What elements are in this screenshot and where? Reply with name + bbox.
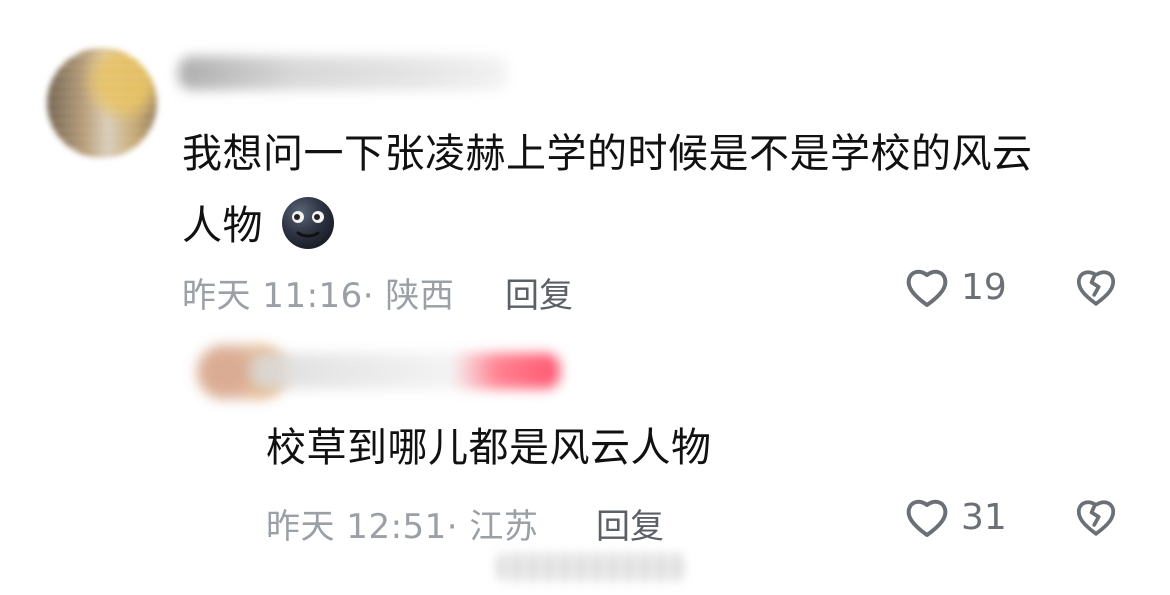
broken-heart-icon [1072,492,1126,540]
heart-icon [903,263,951,311]
comment-text: 我想问一下张凌赫上学的时候是不是学校的风云 人物 [182,118,1122,262]
like-button[interactable]: 19 [903,262,1007,312]
reply-button[interactable]: 回复 [505,268,573,317]
reply-text: 校草到哪儿都是风云人物 [266,425,712,471]
dislike-button[interactable] [1072,262,1126,316]
username-blurred[interactable] [178,56,508,90]
watermark-blurred [496,553,686,581]
reply-like-count: 31 [961,496,1007,538]
like-count: 19 [961,266,1007,308]
comment-text-line2-text: 人物 [182,203,263,249]
heart-icon [903,493,951,541]
comment-meta: 昨天 11:16· 陕西 [182,276,455,316]
comment-text-line1: 我想问一下张凌赫上学的时候是不是学校的风云 [182,131,1033,177]
broken-heart-icon [1072,262,1126,310]
reply-button-2[interactable]: 回复 [596,499,664,548]
reply-like-button[interactable]: 31 [903,492,1007,542]
reply-dislike-button[interactable] [1072,492,1126,546]
reply-username-blurred[interactable] [250,353,560,389]
avatar[interactable] [47,48,157,158]
new-moon-face-icon [280,195,336,251]
reply-meta: 昨天 12:51· 江苏 [266,507,539,547]
comment-thread: 我想问一下张凌赫上学的时候是不是学校的风云 人物 昨天 11:16· 陕西 回复… [0,0,1170,595]
comment-text-line2: 人物 [182,190,1122,262]
